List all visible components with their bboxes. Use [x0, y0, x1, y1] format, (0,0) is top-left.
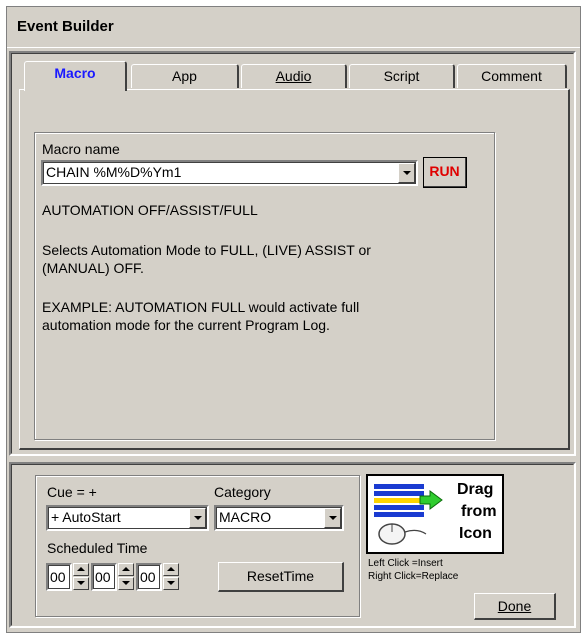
spin-up-icon[interactable] — [118, 563, 134, 576]
reset-time-button[interactable]: ResetTime — [218, 562, 344, 592]
macro-name-value: CHAIN %M%D%Ym1 — [46, 164, 182, 180]
macro-example-line-2: automation mode for the current Program … — [42, 317, 330, 333]
spin-down-icon[interactable] — [163, 577, 179, 590]
tab-script[interactable]: Script — [349, 64, 455, 88]
category-label: Category — [214, 484, 271, 500]
drag-line-1: Drag — [457, 481, 494, 498]
title-bar[interactable]: Event Builder — [7, 7, 580, 48]
tab-audio[interactable]: Audio — [241, 64, 347, 88]
macro-description-line-1: Selects Automation Mode to FULL, (LIVE) … — [42, 242, 371, 258]
second-field[interactable]: 00 — [136, 563, 162, 591]
hour-spinner[interactable] — [73, 563, 89, 591]
tab-macro[interactable]: Macro — [24, 61, 127, 91]
second-value: 00 — [140, 569, 156, 585]
macro-tab-panel: Macro name CHAIN %M%D%Ym1 RUN AUTOMATION… — [19, 89, 570, 450]
minute-spinner[interactable] — [118, 563, 134, 591]
macro-description-line-2: (MANUAL) OFF. — [42, 260, 144, 276]
macro-heading: AUTOMATION OFF/ASSIST/FULL — [42, 202, 258, 218]
cue-label: Cue = + — [47, 484, 97, 500]
category-value: MACRO — [219, 509, 272, 525]
run-button[interactable]: RUN — [423, 157, 467, 188]
hour-field[interactable]: 00 — [46, 563, 72, 591]
chevron-down-icon[interactable] — [324, 508, 341, 528]
macro-name-label: Macro name — [42, 141, 120, 157]
tab-script-label: Script — [383, 68, 420, 84]
category-dropdown[interactable]: MACRO — [214, 505, 344, 531]
second-spinner[interactable] — [163, 563, 179, 591]
tab-comment[interactable]: Comment — [457, 64, 567, 88]
scheduled-time-label: Scheduled Time — [47, 540, 148, 556]
tab-audio-label: Audio — [275, 68, 312, 84]
spin-down-icon[interactable] — [73, 577, 89, 590]
drag-line-3: Icon — [459, 525, 492, 542]
minute-field[interactable]: 00 — [91, 563, 117, 591]
chevron-down-icon[interactable] — [398, 163, 415, 183]
minute-value: 00 — [95, 569, 111, 585]
cue-dropdown[interactable]: + AutoStart — [46, 505, 209, 531]
tab-macro-label: Macro — [54, 65, 96, 81]
tab-app[interactable]: App — [131, 64, 239, 88]
cue-value: + AutoStart — [51, 509, 121, 525]
drag-line-2: from — [461, 503, 497, 520]
window-title: Event Builder — [17, 18, 114, 35]
drag-from-icon[interactable]: Drag from Icon — [366, 474, 504, 554]
macro-name-dropdown[interactable]: CHAIN %M%D%Ym1 — [41, 160, 418, 186]
done-label: Done — [497, 598, 532, 614]
event-drag-icon — [374, 484, 443, 545]
run-button-label: RUN — [429, 163, 460, 179]
chevron-down-icon[interactable] — [189, 508, 206, 528]
tab-app-label: App — [172, 68, 197, 84]
tab-comment-label: Comment — [481, 68, 542, 84]
done-button[interactable]: Done — [474, 593, 556, 620]
spin-down-icon[interactable] — [118, 577, 134, 590]
right-click-hint: Right Click=Replace — [368, 571, 459, 582]
spin-up-icon[interactable] — [73, 563, 89, 576]
event-builder-window: Event Builder Macro App Audio Script Com… — [6, 6, 581, 633]
hour-value: 00 — [50, 569, 66, 585]
macro-example-line-1: EXAMPLE: AUTOMATION FULL would activate … — [42, 299, 360, 315]
spin-up-icon[interactable] — [163, 563, 179, 576]
left-click-hint: Left Click =Insert — [368, 558, 443, 569]
reset-time-label: ResetTime — [246, 568, 315, 584]
